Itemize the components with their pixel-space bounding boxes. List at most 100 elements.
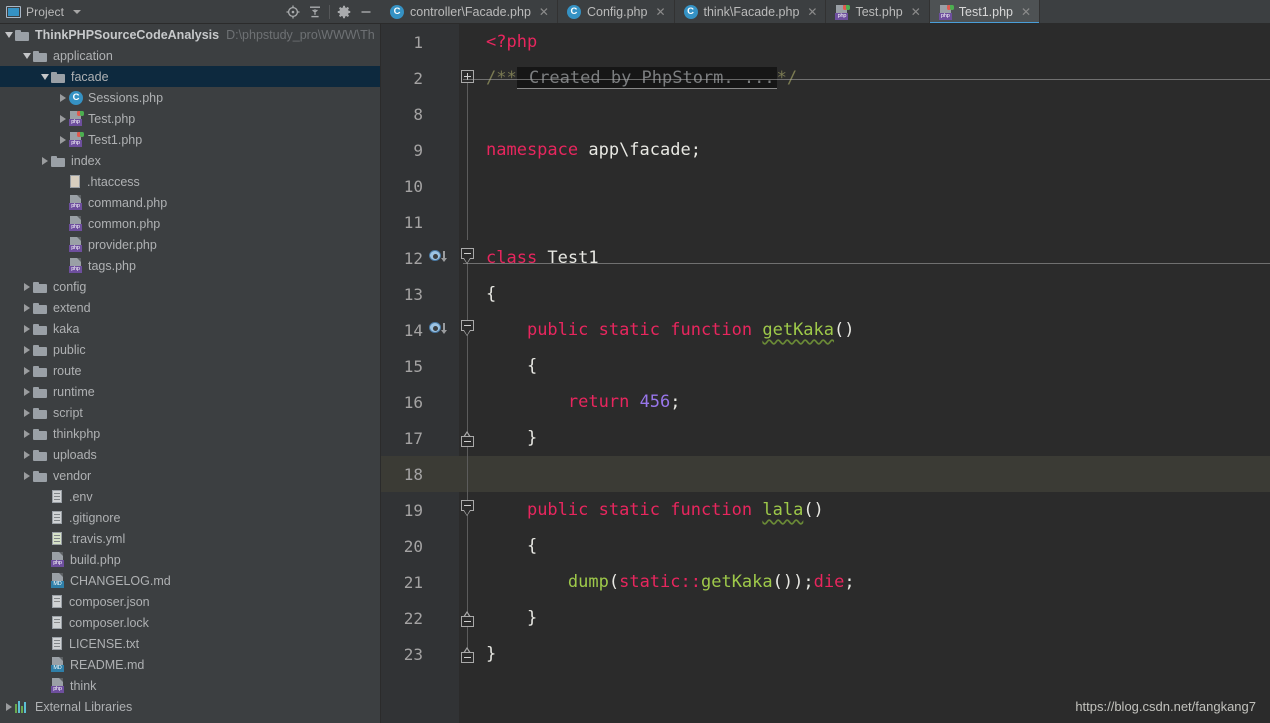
editor-line[interactable]: 15 { <box>381 348 1270 384</box>
fold-region-end-icon[interactable] <box>461 611 474 628</box>
collapse-all-icon[interactable] <box>304 1 326 23</box>
editor-tab-test1[interactable]: php Test1.php ✕ <box>929 0 1041 23</box>
chevron-right-icon[interactable] <box>20 366 33 375</box>
editor-line[interactable]: 12 class Test1 <box>381 240 1270 276</box>
chevron-down-icon[interactable] <box>38 73 51 80</box>
tree-row-extend[interactable]: extend <box>0 297 380 318</box>
editor-line[interactable]: 14 public static function getKaka() <box>381 312 1270 348</box>
fold-column[interactable] <box>459 60 477 96</box>
close-icon[interactable]: ✕ <box>807 6 817 18</box>
collapse-fold-icon[interactable] <box>461 500 474 517</box>
tree-row-test1-php[interactable]: php Test1.php <box>0 129 380 150</box>
tree-row-uploads[interactable]: uploads <box>0 444 380 465</box>
editor-line[interactable]: 2 /** Created by PhpStorm. ... */ <box>381 60 1270 96</box>
tree-row-build-php[interactable]: php build.php <box>0 549 380 570</box>
editor-line[interactable]: 1 <?php <box>381 24 1270 60</box>
tree-row-external-libraries[interactable]: External Libraries <box>0 696 380 717</box>
editor-line[interactable]: 17 } <box>381 420 1270 456</box>
editor-line[interactable]: 13 { <box>381 276 1270 312</box>
tree-row-tags-php[interactable]: php tags.php <box>0 255 380 276</box>
tree-row-root[interactable]: ThinkPHPSourceCodeAnalysis D:\phpstudy_p… <box>0 24 380 45</box>
chevron-down-icon[interactable] <box>2 31 15 38</box>
fold-column[interactable] <box>459 240 477 276</box>
editor-line-current[interactable]: 18 <box>381 456 1270 492</box>
tree-row-readme-md[interactable]: MD README.md <box>0 654 380 675</box>
chevron-down-icon[interactable] <box>20 52 33 59</box>
chevron-right-icon[interactable] <box>56 114 69 123</box>
collapse-fold-icon[interactable] <box>461 320 474 337</box>
chevron-right-icon[interactable] <box>20 471 33 480</box>
chevron-right-icon[interactable] <box>56 135 69 144</box>
chevron-right-icon[interactable] <box>20 303 33 312</box>
fold-column[interactable] <box>459 492 477 528</box>
minimize-icon[interactable] <box>355 1 377 23</box>
editor-tab-config[interactable]: C Config.php ✕ <box>558 0 675 23</box>
overridden-method-icon[interactable] <box>429 321 447 335</box>
chevron-down-icon[interactable] <box>73 9 82 14</box>
tree-row-gitignore[interactable]: .gitignore <box>0 507 380 528</box>
tree-row-kaka[interactable]: kaka <box>0 318 380 339</box>
tree-row-application[interactable]: application <box>0 45 380 66</box>
implemented-by-icon[interactable] <box>429 249 447 263</box>
fold-column[interactable] <box>459 420 477 456</box>
chevron-right-icon[interactable] <box>38 156 51 165</box>
fold-column[interactable] <box>459 636 477 672</box>
chevron-right-icon[interactable] <box>20 282 33 291</box>
project-tree[interactable]: ThinkPHPSourceCodeAnalysis D:\phpstudy_p… <box>0 24 381 723</box>
tree-row-command-php[interactable]: php command.php <box>0 192 380 213</box>
chevron-right-icon[interactable] <box>20 450 33 459</box>
tree-row-provider-php[interactable]: php provider.php <box>0 234 380 255</box>
chevron-right-icon[interactable] <box>2 702 15 711</box>
close-icon[interactable]: ✕ <box>1021 6 1031 18</box>
tree-row-thinkphp[interactable]: thinkphp <box>0 423 380 444</box>
gutter-icons[interactable] <box>427 240 459 276</box>
editor-line[interactable]: 21 dump(static::getKaka());die; <box>381 564 1270 600</box>
gutter-icons[interactable] <box>427 312 459 348</box>
tree-row-think[interactable]: php think <box>0 675 380 696</box>
chevron-right-icon[interactable] <box>20 324 33 333</box>
tree-row-sessions-php[interactable]: C Sessions.php <box>0 87 380 108</box>
editor-line[interactable]: 20 { <box>381 528 1270 564</box>
tree-row-composer-json[interactable]: composer.json <box>0 591 380 612</box>
chevron-right-icon[interactable] <box>20 345 33 354</box>
editor-tab-think-facade[interactable]: C think\Facade.php ✕ <box>675 0 827 23</box>
code-editor[interactable]: 1 <?php 2 /** Created by PhpStorm. ... */ <box>381 24 1270 723</box>
fold-column[interactable] <box>459 312 477 348</box>
tree-row-travis-yml[interactable]: .travis.yml <box>0 528 380 549</box>
editor-line[interactable]: 19 public static function lala() <box>381 492 1270 528</box>
tree-row-env[interactable]: .env <box>0 486 380 507</box>
editor-line[interactable]: 16 return 456; <box>381 384 1270 420</box>
fold-region-end-icon[interactable] <box>461 431 474 448</box>
tree-row-index[interactable]: index <box>0 150 380 171</box>
chevron-right-icon[interactable] <box>56 93 69 102</box>
tree-row-htaccess[interactable]: .htaccess <box>0 171 380 192</box>
editor-line[interactable]: 22 } <box>381 600 1270 636</box>
editor-line[interactable]: 11 <box>381 204 1270 240</box>
tree-row-common-php[interactable]: php common.php <box>0 213 380 234</box>
chevron-right-icon[interactable] <box>20 408 33 417</box>
tree-row-license-txt[interactable]: LICENSE.txt <box>0 633 380 654</box>
locate-file-icon[interactable] <box>282 1 304 23</box>
editor-line[interactable]: 9 namespace app\facade; <box>381 132 1270 168</box>
editor-tab-test[interactable]: php Test.php ✕ <box>826 0 930 23</box>
editor-line[interactable]: 23 } <box>381 636 1270 672</box>
chevron-right-icon[interactable] <box>20 429 33 438</box>
tree-row-public[interactable]: public <box>0 339 380 360</box>
editor-line[interactable]: 8 <box>381 96 1270 132</box>
tree-row-vendor[interactable]: vendor <box>0 465 380 486</box>
expand-fold-icon[interactable] <box>461 70 474 83</box>
tree-row-runtime[interactable]: runtime <box>0 381 380 402</box>
tree-row-facade[interactable]: facade <box>0 66 380 87</box>
gear-icon[interactable] <box>333 1 355 23</box>
tree-row-changelog-md[interactable]: MD CHANGELOG.md <box>0 570 380 591</box>
fold-region-end-icon[interactable] <box>461 647 474 664</box>
fold-column[interactable] <box>459 600 477 636</box>
editor-line[interactable]: 10 <box>381 168 1270 204</box>
close-icon[interactable]: ✕ <box>655 6 665 18</box>
editor-tab-controller-facade[interactable]: C controller\Facade.php ✕ <box>381 0 558 23</box>
tree-row-test-php[interactable]: php Test.php <box>0 108 380 129</box>
chevron-right-icon[interactable] <box>20 387 33 396</box>
tree-row-config[interactable]: config <box>0 276 380 297</box>
close-icon[interactable]: ✕ <box>911 6 921 18</box>
tree-row-script[interactable]: script <box>0 402 380 423</box>
